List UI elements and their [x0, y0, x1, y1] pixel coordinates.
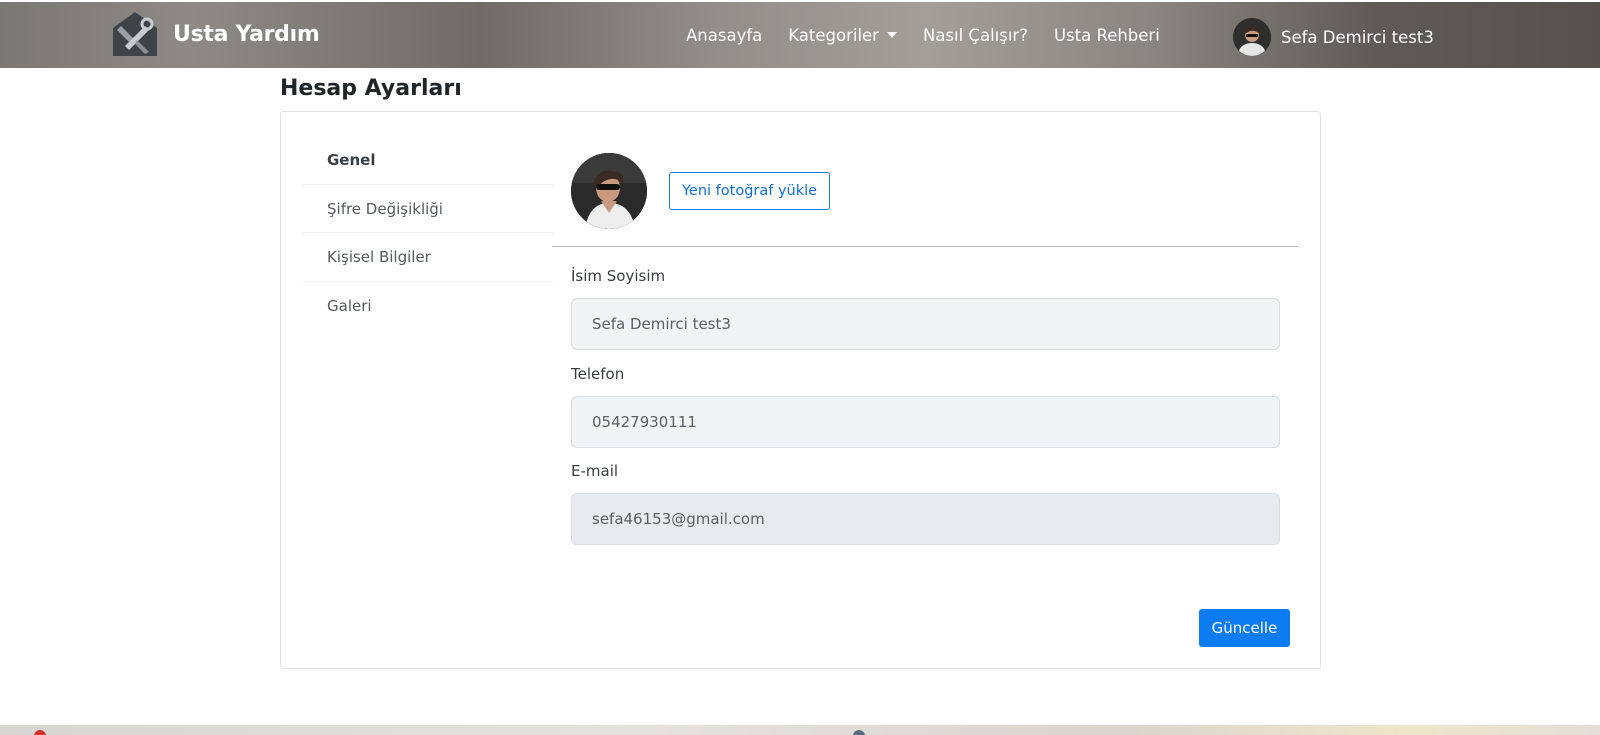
upload-photo-button[interactable]: Yeni fotoğraf yükle [669, 172, 831, 210]
phone-label: Telefon [571, 365, 625, 383]
user-menu[interactable]: Sefa Demirci test3 [1233, 18, 1434, 56]
taskbar-app-icon[interactable] [34, 730, 46, 735]
nav-link-how-it-works[interactable]: Nasıl Çalışır? [923, 26, 1028, 45]
top-navbar: Usta Yardım Anasayfa Kategoriler Nasıl Ç… [0, 2, 1600, 68]
sidebar-item-general[interactable]: Genel [303, 136, 553, 185]
nav-links: Anasayfa Kategoriler Nasıl Çalışır? Usta… [686, 2, 1186, 68]
nav-link-categories[interactable]: Kategoriler [788, 26, 897, 45]
update-button[interactable]: Güncelle [1199, 609, 1290, 647]
profile-avatar [571, 153, 647, 229]
email-field-group: E-mail [571, 462, 1280, 545]
nav-link-guide[interactable]: Usta Rehberi [1054, 26, 1160, 45]
sidebar-item-gallery[interactable]: Galeri [303, 282, 553, 331]
email-label: E-mail [571, 462, 619, 480]
tools-logo-icon [113, 12, 157, 56]
name-input[interactable] [571, 298, 1280, 350]
user-name: Sefa Demirci test3 [1281, 27, 1434, 47]
profile-photo-row: Yeni fotoğraf yükle [571, 153, 831, 229]
sidebar-item-password[interactable]: Şifre Değişikliği [303, 185, 553, 233]
nav-link-categories-label: Kategoriler [788, 25, 879, 45]
settings-sidebar: Genel Şifre Değişikliği Kişisel Bilgiler… [303, 136, 553, 330]
caret-down-icon [886, 32, 897, 38]
sidebar-item-personal-info[interactable]: Kişisel Bilgiler [303, 233, 553, 282]
email-input[interactable] [571, 493, 1280, 545]
brand-name: Usta Yardım [173, 21, 320, 47]
nav-link-home[interactable]: Anasayfa [686, 26, 762, 45]
os-taskbar [0, 725, 1600, 735]
settings-card: Genel Şifre Değişikliği Kişisel Bilgiler… [280, 111, 1321, 669]
section-divider [552, 246, 1298, 247]
phone-field-group: Telefon [571, 365, 1280, 448]
taskbar-app-icon[interactable] [853, 730, 865, 735]
page-title: Hesap Ayarları [280, 76, 462, 101]
phone-input[interactable] [571, 396, 1280, 448]
brand-link[interactable]: Usta Yardım [111, 10, 320, 58]
name-label: İsim Soyisim [571, 267, 666, 285]
user-avatar [1233, 18, 1271, 56]
name-field-group: İsim Soyisim [571, 267, 1280, 350]
